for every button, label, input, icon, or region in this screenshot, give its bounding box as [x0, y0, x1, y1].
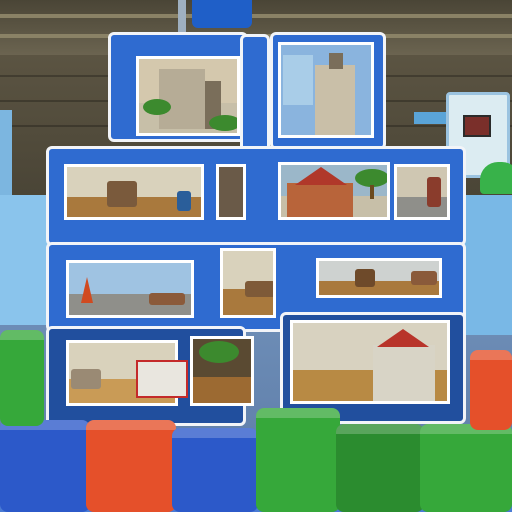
door	[427, 177, 441, 207]
window	[283, 55, 313, 105]
toy-building	[40, 30, 472, 450]
castle-icon	[315, 65, 355, 135]
left-wall-panel	[0, 110, 12, 200]
block-highlight	[86, 420, 176, 430]
ceiling-beam	[0, 14, 512, 18]
room-upper-far-right	[394, 164, 450, 220]
toy-block	[0, 420, 90, 512]
toy-block	[86, 420, 176, 512]
tree-trunk	[370, 185, 374, 199]
tree-icon	[143, 99, 171, 115]
toy-block	[420, 424, 512, 512]
toy-building-scene	[0, 0, 512, 512]
castle-room	[136, 56, 240, 136]
block-highlight	[172, 428, 258, 438]
house-icon	[373, 345, 435, 401]
toy-block	[172, 428, 258, 512]
table	[71, 369, 101, 389]
room-lower-right	[290, 320, 450, 404]
room-upper-left	[64, 164, 204, 220]
bookshelf	[107, 181, 137, 207]
room-lower-center	[190, 336, 254, 406]
house-roof	[295, 167, 347, 185]
room-middle-center	[220, 248, 276, 318]
top-cap	[192, 0, 252, 28]
toy-block	[470, 350, 512, 430]
block-highlight	[256, 408, 340, 418]
tree-icon	[199, 341, 239, 363]
sofa	[245, 281, 273, 297]
room-middle-left	[66, 260, 194, 318]
house-roof	[377, 329, 429, 347]
toy-block	[336, 424, 424, 512]
house-icon	[287, 183, 353, 217]
room-floor	[193, 377, 251, 403]
castle-turret	[329, 53, 343, 69]
tree-icon	[209, 115, 237, 131]
crate-icon	[136, 360, 188, 398]
room-middle-right	[316, 258, 442, 298]
castle-icon	[159, 69, 205, 129]
traffic-cone-icon	[81, 277, 93, 303]
toy-block	[256, 408, 340, 512]
room-upper-mid	[216, 164, 246, 220]
bench	[149, 293, 185, 305]
chair	[411, 271, 437, 285]
city-room	[278, 42, 374, 138]
toy-block	[0, 330, 44, 426]
block-highlight	[0, 330, 44, 340]
room-upper-right	[278, 162, 390, 220]
block-highlight	[336, 424, 424, 434]
locker	[177, 191, 191, 211]
plant-pot	[355, 269, 375, 287]
block-highlight	[470, 350, 512, 360]
green-shrub	[480, 162, 512, 194]
